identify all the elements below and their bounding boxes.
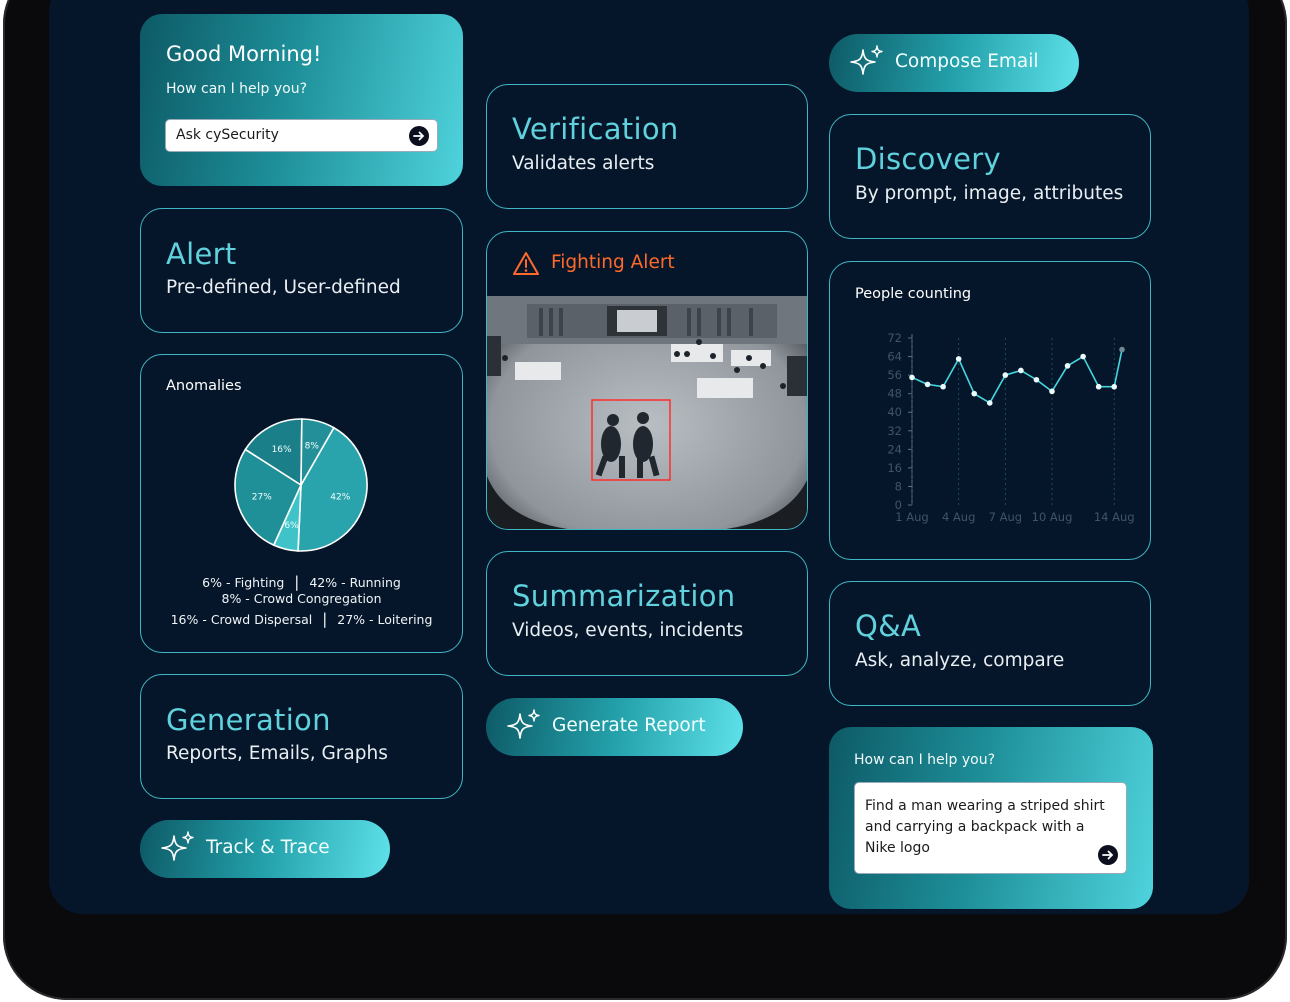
people-counting-line-chart: 7264564840322416801 Aug 4 Aug 7 Aug 10 Aug 1… [887, 331, 1135, 524]
sparkle-icon [161, 831, 194, 861]
qa-title: Q&A [855, 609, 922, 643]
discovery-subtitle: By prompt, image, attributes [855, 183, 1124, 204]
fighting-alert-title: Fighting Alert [551, 252, 675, 273]
y-tick-label: 24 [887, 442, 902, 456]
data-point [940, 383, 946, 390]
data-point [955, 356, 962, 362]
people-counting-card: People counting 72 64 56 48 40 32 24 16 8 0 1 Aug 4… [829, 261, 1151, 560]
track-trace-button[interactable]: Track & Trace [140, 820, 390, 878]
summarization-subtitle: Videos, events, incidents [512, 620, 744, 641]
generate-report-button[interactable]: Generate Report [486, 698, 743, 756]
data-point [1049, 388, 1055, 395]
pie-label: 27% [252, 493, 272, 503]
legend-running: 42% - Running [309, 575, 401, 590]
arrow-right-icon [1102, 850, 1114, 860]
camera-feed-image [487, 296, 807, 529]
greeting-title: Good Morning! [166, 42, 322, 66]
pie-label: 16% [272, 445, 292, 455]
verification-subtitle: Validates alerts [512, 153, 655, 174]
data-point [1033, 376, 1040, 383]
sparkle-icon [507, 709, 540, 739]
data-point [1080, 353, 1086, 360]
alert-subtitle: Pre-defined, User-defined [166, 277, 401, 298]
data-point [1018, 367, 1024, 374]
verification-title: Verification [512, 112, 679, 146]
y-tick-label: 48 [887, 387, 902, 401]
warning-icon [513, 252, 539, 275]
sparkle-icon [850, 45, 883, 75]
legend-crowd-dispersal: 16% - Crowd Dispersal [170, 612, 313, 627]
ask-input[interactable]: Ask cySecurity [165, 119, 438, 152]
x-tick-label: 14 Aug [1094, 510, 1135, 524]
legend-fighting: 6% - Fighting [202, 575, 285, 590]
data-point [1119, 346, 1125, 353]
ask-input-value: Ask cySecurity [176, 127, 279, 143]
submit-query-button[interactable] [1098, 845, 1118, 865]
y-tick-label: 8 [895, 479, 902, 493]
submit-arrow-button[interactable] [409, 126, 429, 146]
compose-email-button[interactable]: Compose Email [829, 34, 1079, 92]
help-panel: How can I help you? Find a man wearing a… [829, 727, 1153, 909]
generation-card[interactable]: Generation Reports, Emails, Graphs [140, 674, 463, 799]
greeting-card: Good Morning! How can I help you? Ask cy… [140, 14, 463, 186]
discovery-card[interactable]: Discovery By prompt, image, attributes [829, 114, 1151, 239]
pie-label: 8% [305, 442, 320, 452]
y-tick-label: 72 [887, 331, 902, 345]
arrow-right-icon [413, 131, 425, 141]
verification-card[interactable]: Verification Validates alerts [486, 84, 808, 209]
legend-row-2: 8% - Crowd Congregation [141, 591, 462, 606]
query-text: Find a man wearing a striped shirt and c… [865, 798, 1105, 856]
screen: Good Morning! How can I help you? Ask cy… [49, 0, 1249, 914]
data-point [1095, 383, 1102, 390]
anomalies-card: Anomalies 42% 6% 27% 16% 8% 6% - Fighting | … [140, 354, 463, 653]
data-point [924, 381, 931, 388]
y-tick-label: 64 [887, 350, 902, 364]
legend-separator: | [294, 573, 300, 591]
help-panel-title: How can I help you? [854, 752, 996, 768]
anomalies-pie-chart: 42% 6% 27% 16% 8% [234, 418, 368, 552]
y-tick-label: 40 [887, 405, 902, 419]
y-tick-label: 56 [887, 368, 902, 382]
x-tick-label: 4 Aug [942, 510, 975, 524]
x-tick-label: 1 Aug [895, 510, 928, 524]
legend-row-1: 6% - Fighting | 42% - Running [141, 573, 462, 591]
series-line [911, 349, 1123, 404]
fighting-alert-card[interactable]: Fighting Alert [486, 231, 808, 530]
anomalies-title: Anomalies [166, 378, 242, 394]
legend-row-3: 16% - Crowd Dispersal | 27% - Loitering [141, 610, 462, 628]
x-tick-label: 10 Aug [1032, 510, 1073, 524]
legend-loitering: 27% - Loitering [337, 612, 433, 627]
generate-report-label: Generate Report [552, 715, 706, 736]
discovery-title: Discovery [855, 142, 1001, 176]
greeting-subtitle: How can I help you? [166, 81, 308, 97]
pie-label: 42% [330, 492, 350, 502]
data-point [1002, 372, 1009, 378]
compose-email-label: Compose Email [895, 51, 1039, 72]
data-point [1111, 383, 1118, 390]
data-point [986, 400, 993, 406]
query-textarea[interactable]: Find a man wearing a striped shirt and c… [854, 782, 1127, 874]
data-point [971, 390, 978, 397]
x-tick-label: 7 Aug [989, 510, 1022, 524]
alert-card[interactable]: Alert Pre-defined, User-defined [140, 208, 463, 333]
legend-crowd-congregation: 8% - Crowd Congregation [221, 591, 382, 606]
pie-label: 6% [284, 521, 299, 531]
y-tick-label: 32 [887, 424, 902, 438]
tablet-frame: Good Morning! How can I help you? Ask cy… [3, 0, 1287, 1000]
qa-card[interactable]: Q&A Ask, analyze, compare [829, 581, 1151, 706]
generation-title: Generation [166, 703, 331, 737]
alert-title: Alert [166, 237, 237, 271]
y-tick-label: 16 [887, 461, 902, 475]
data-point [909, 374, 915, 381]
data-point [1064, 363, 1071, 369]
summarization-card[interactable]: Summarization Videos, events, incidents [486, 551, 808, 676]
legend-separator: | [322, 610, 328, 628]
generation-subtitle: Reports, Emails, Graphs [166, 743, 388, 764]
qa-subtitle: Ask, analyze, compare [855, 650, 1065, 671]
track-trace-label: Track & Trace [206, 837, 330, 858]
summarization-title: Summarization [512, 579, 736, 613]
